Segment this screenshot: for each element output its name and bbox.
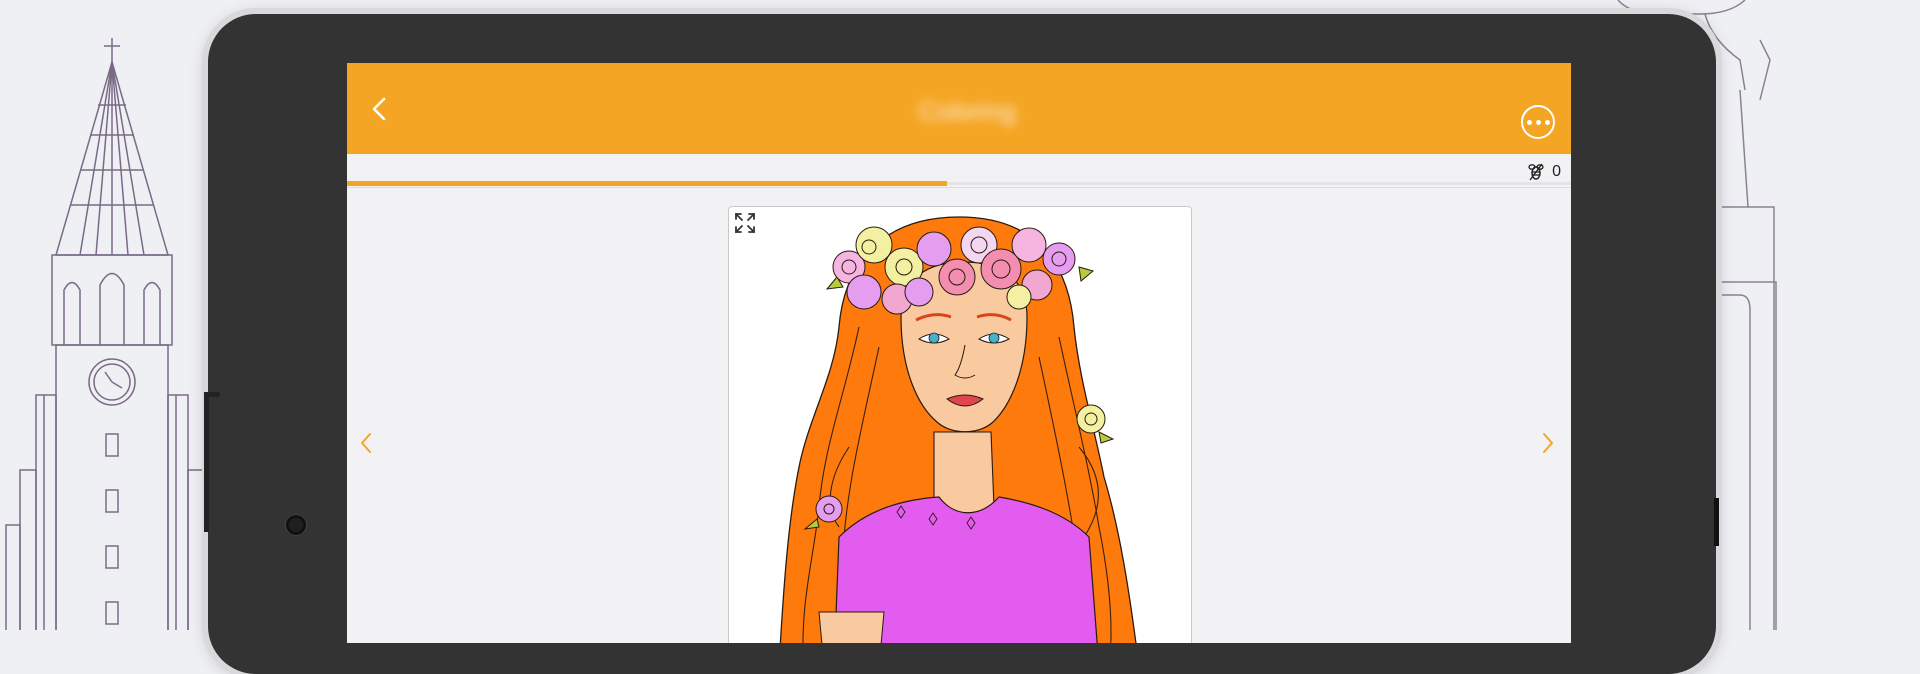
front-camera [286, 515, 306, 535]
bee-count: 0 [1552, 163, 1561, 180]
bee-icon [1528, 163, 1544, 181]
more-options-button[interactable] [1521, 105, 1555, 139]
next-picture-button[interactable] [1533, 423, 1563, 463]
divider [347, 187, 1571, 188]
progress-track [347, 181, 1571, 186]
progress-fill [347, 181, 947, 186]
previous-picture-button[interactable] [351, 423, 381, 463]
tablet-side-button-left-edge [204, 392, 209, 532]
church-tower-illustration [5, 38, 205, 630]
chevron-left-icon [361, 433, 371, 453]
coloring-canvas[interactable] [728, 206, 1192, 643]
side-flower-right[interactable] [1076, 404, 1106, 434]
page-title: Coloring [918, 96, 1016, 126]
app-screen: Coloring 0 [347, 63, 1571, 643]
fullscreen-expand-icon[interactable] [733, 211, 757, 235]
bee-counter: 0 [1526, 162, 1561, 182]
tablet-side-button-right [1714, 498, 1719, 546]
coloring-artwork[interactable] [729, 207, 1191, 643]
dress-pocket-region[interactable] [818, 611, 885, 643]
more-options-icon [1526, 119, 1550, 125]
top-app-bar: Coloring [347, 63, 1571, 154]
back-button[interactable] [359, 89, 399, 129]
side-flower-left[interactable] [815, 495, 843, 523]
chevron-right-icon [1543, 433, 1553, 453]
chevron-left-icon [372, 97, 386, 121]
